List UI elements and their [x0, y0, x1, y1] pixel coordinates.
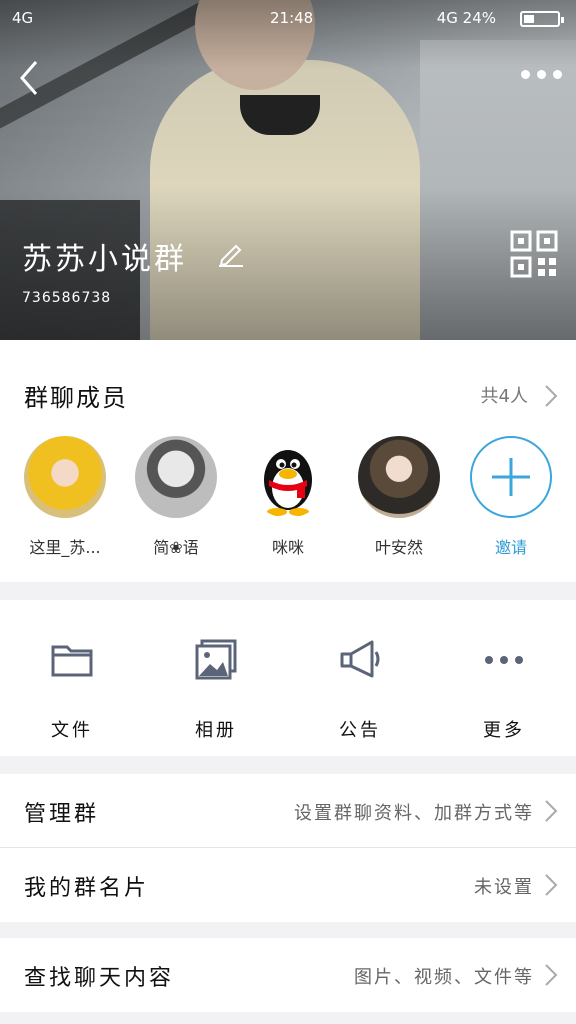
- members-title: 群聊成员: [24, 384, 128, 412]
- back-button[interactable]: [12, 58, 52, 98]
- dot-icon: [553, 70, 562, 79]
- qq-penguin-icon: [264, 450, 312, 516]
- files-button[interactable]: 文件: [0, 638, 144, 742]
- member-name: 这里_苏...: [29, 538, 101, 557]
- status-bar: 4G 21:48 4G 24%: [0, 0, 576, 38]
- row-title: 我的群名片: [24, 876, 150, 901]
- avatar: [135, 436, 217, 518]
- row-title: 查找聊天内容: [24, 966, 175, 991]
- member-name: 咪咪: [271, 538, 304, 557]
- announcement-button[interactable]: 公告: [288, 638, 432, 742]
- member-avatar-list: 这里_苏... 简❀语 咪咪 叶安然 邀请: [0, 436, 576, 566]
- group-cover-header: 4G 21:48 4G 24% 苏苏小说群 736586738: [0, 0, 576, 340]
- member-name: 简❀语: [153, 538, 199, 557]
- row-value: 图片、视频、文件等: [354, 967, 534, 988]
- clock: 21:48: [270, 9, 314, 27]
- album-button[interactable]: 相册: [144, 638, 288, 742]
- member-name: 叶安然: [374, 538, 423, 557]
- chevron-right-icon: [544, 799, 558, 823]
- group-members-section: 群聊成员 共4人 这里_苏... 简❀语 咪咪 叶安然 邀请: [0, 340, 576, 582]
- more-options-button[interactable]: [521, 70, 562, 79]
- avatar: [470, 436, 552, 518]
- battery-percent: 4G 24%: [436, 9, 496, 27]
- folder-icon: [50, 638, 94, 682]
- group-name: 苏苏小说群: [22, 242, 187, 277]
- chevron-left-icon: [20, 61, 38, 95]
- avatar: [358, 436, 440, 518]
- member-item[interactable]: 简❀语: [121, 436, 231, 558]
- album-icon: [194, 638, 238, 682]
- chevron-right-icon: [544, 384, 558, 408]
- feature-label: 文件: [51, 720, 93, 741]
- member-count-link[interactable]: 共4人: [481, 382, 528, 408]
- more-features-button[interactable]: 更多: [432, 638, 576, 742]
- manage-group-row[interactable]: 管理群 设置群聊资料、加群方式等: [0, 774, 576, 848]
- search-chat-history-row[interactable]: 查找聊天内容 图片、视频、文件等: [0, 938, 576, 1012]
- plus-icon: [492, 458, 530, 496]
- member-item[interactable]: 叶安然: [344, 436, 454, 558]
- row-title: 管理群: [24, 802, 100, 827]
- group-id: 736586738: [22, 290, 112, 306]
- edit-name-button[interactable]: [216, 240, 246, 268]
- member-item[interactable]: 这里_苏...: [10, 436, 120, 558]
- feature-label: 公告: [339, 720, 381, 741]
- megaphone-icon: [338, 638, 382, 682]
- dot-icon: [537, 70, 546, 79]
- network-indicator-left: 4G: [12, 9, 34, 27]
- invite-member-button[interactable]: 邀请: [456, 436, 566, 558]
- pencil-icon: [219, 244, 243, 267]
- feature-label: 更多: [483, 720, 525, 741]
- chevron-right-icon: [544, 873, 558, 897]
- group-features-grid: 文件 相册 公告 更多: [0, 600, 576, 756]
- dot-icon: [521, 70, 530, 79]
- qr-code-button[interactable]: [510, 230, 558, 278]
- row-value: 未设置: [474, 877, 534, 898]
- feature-label: 相册: [195, 720, 237, 741]
- qr-code-icon: [510, 230, 558, 278]
- chevron-right-icon: [544, 963, 558, 987]
- avatar: [24, 436, 106, 518]
- member-item[interactable]: 咪咪: [233, 436, 343, 558]
- my-group-card-row[interactable]: 我的群名片 未设置: [0, 848, 576, 922]
- avatar: [247, 436, 329, 518]
- more-dots-icon: [482, 638, 526, 682]
- invite-label: 邀请: [494, 538, 527, 557]
- battery-icon: [520, 11, 564, 27]
- row-value: 设置群聊资料、加群方式等: [294, 803, 534, 824]
